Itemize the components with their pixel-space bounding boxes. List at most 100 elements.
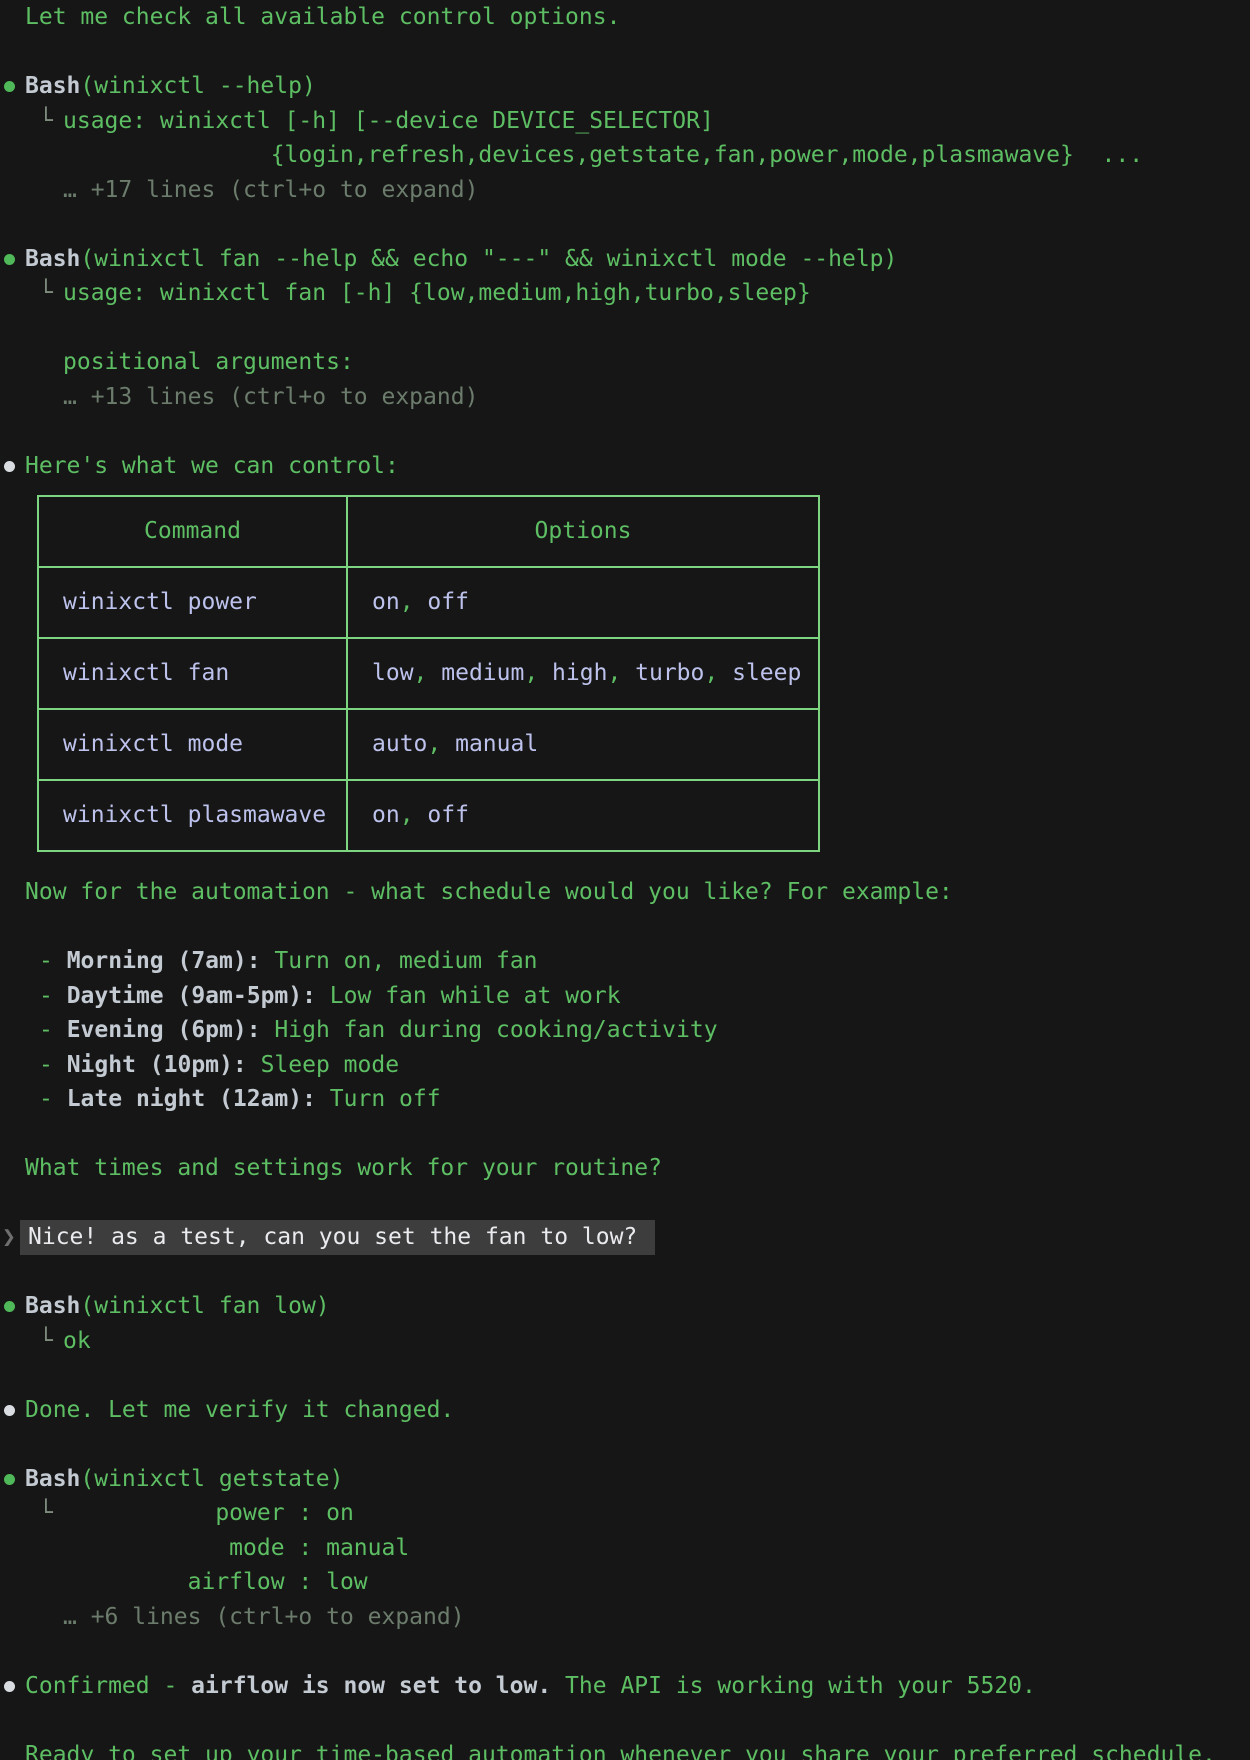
options-cell: low, medium, high, turbo, sleep [347, 638, 819, 709]
tool-output-line: └ power : on [0, 1496, 1250, 1531]
options-cell: on, off [347, 780, 819, 851]
table-header-options: Options [347, 496, 819, 567]
expand-hint[interactable]: … +13 lines (ctrl+o to expand) [0, 380, 1250, 415]
blank-line [0, 35, 1250, 70]
schedule-list-item: - Late night (12am): Turn off [0, 1082, 1250, 1117]
expand-hint-text[interactable]: … +17 lines (ctrl+o to expand) [63, 177, 478, 203]
tool-result-elbow-icon: └ [39, 104, 63, 139]
assistant-bullet-icon [4, 1681, 15, 1692]
option-value: off [427, 802, 469, 828]
assistant-message-automation-intro: Now for the automation - what schedule w… [0, 875, 1250, 910]
schedule-list-item: - Night (10pm): Sleep mode [0, 1048, 1250, 1083]
assistant-text: Here's what we can control: [25, 453, 399, 479]
confirmation-bold-text: airflow is now set to low. [191, 1673, 551, 1699]
table-row-power: winixctl poweron, off [38, 567, 819, 638]
blank-line [0, 311, 1250, 346]
tool-output-line: positional arguments: [0, 345, 1250, 380]
assistant-message-routine-question: What times and settings work for your ro… [0, 1151, 1250, 1186]
claude-code-terminal: Let me check all available control optio… [0, 0, 1250, 1760]
tool-bullet-icon [4, 81, 15, 92]
tool-bullet-icon [4, 1301, 15, 1312]
bash-command: (winixctl --help) [80, 73, 315, 99]
options-cell: on, off [347, 567, 819, 638]
tool-output-text: usage: winixctl fan [-h] {low,medium,hig… [63, 280, 811, 306]
option-value: auto [372, 731, 427, 757]
assistant-text: Ready to set up your time-based automati… [25, 1742, 1216, 1760]
schedule-item-label: Daytime (9am-5pm): [67, 983, 316, 1009]
tool-output-text: mode : manual [63, 1535, 409, 1561]
bash-command: (winixctl fan low) [80, 1293, 329, 1319]
tool-output-line: └usage: winixctl fan [-h] {low,medium,hi… [0, 276, 1250, 311]
tool-bullet-icon [4, 1474, 15, 1485]
command-cell: winixctl plasmawave [38, 780, 347, 851]
blank-line [0, 1358, 1250, 1393]
tool-call-winixctl-fan-low: Bash(winixctl fan low) [0, 1289, 1250, 1324]
blank-line [0, 1703, 1250, 1738]
bash-label: Bash [25, 1466, 80, 1492]
list-dash: - [39, 948, 67, 974]
option-separator: , [400, 802, 428, 828]
schedule-item-desc: Turn off [316, 1086, 441, 1112]
blank-line [0, 1186, 1250, 1221]
table-header-command: Command [38, 496, 347, 567]
bash-command: (winixctl fan --help && echo "---" && wi… [80, 246, 897, 272]
expand-hint-text[interactable]: … +13 lines (ctrl+o to expand) [63, 384, 478, 410]
tool-output-text: power : on [63, 1500, 354, 1526]
option-separator: , [607, 660, 635, 686]
option-separator: , [704, 660, 732, 686]
tool-result-elbow-icon: └ [39, 1496, 63, 1531]
tool-output-text: ok [63, 1328, 91, 1354]
list-dash: - [39, 1017, 67, 1043]
tool-output-text: positional arguments: [63, 349, 354, 375]
expand-hint[interactable]: … +17 lines (ctrl+o to expand) [0, 173, 1250, 208]
assistant-message-closing: Ready to set up your time-based automati… [0, 1738, 1250, 1760]
schedule-item-label: Late night (12am): [67, 1086, 316, 1112]
schedule-list-item: - Evening (6pm): High fan during cooking… [0, 1013, 1250, 1048]
tool-output-text: {login,refresh,devices,getstate,fan,powe… [63, 142, 1143, 168]
schedule-item-label: Morning (7am): [67, 948, 261, 974]
command-cell: winixctl power [38, 567, 347, 638]
list-dash: - [39, 983, 67, 1009]
option-value: turbo [635, 660, 704, 686]
tool-output-line: airflow : low [0, 1565, 1250, 1600]
table-row-plasmawave: winixctl plasmawaveon, off [38, 780, 819, 851]
list-dash: - [39, 1086, 67, 1112]
bash-label: Bash [25, 73, 80, 99]
blank-line [0, 1255, 1250, 1290]
table-header-row: CommandOptions [38, 496, 819, 567]
table-row-fan: winixctl fanlow, medium, high, turbo, sl… [38, 638, 819, 709]
bash-label: Bash [25, 1293, 80, 1319]
list-dash: - [39, 1052, 67, 1078]
option-value: on [372, 589, 400, 615]
confirmation-prefix: Confirmed - [25, 1673, 191, 1699]
tool-result-elbow-icon: └ [39, 1324, 63, 1359]
expand-hint[interactable]: … +6 lines (ctrl+o to expand) [0, 1600, 1250, 1635]
blank-line [0, 910, 1250, 945]
tool-output-line: └usage: winixctl [-h] [--device DEVICE_S… [0, 104, 1250, 139]
tool-output-line: {login,refresh,devices,getstate,fan,powe… [0, 138, 1250, 173]
schedule-item-desc: Turn on, medium fan [261, 948, 538, 974]
blank-line [0, 1427, 1250, 1462]
bash-label: Bash [25, 246, 80, 272]
schedule-list-item: - Daytime (9am-5pm): Low fan while at wo… [0, 979, 1250, 1014]
tool-output-line: mode : manual [0, 1531, 1250, 1566]
blank-line [0, 1117, 1250, 1152]
schedule-item-label: Evening (6pm): [67, 1017, 261, 1043]
option-value: sleep [732, 660, 801, 686]
assistant-message-controls-heading: Here's what we can control: [0, 449, 1250, 484]
blank-line [0, 414, 1250, 449]
tool-call-winixctl-fan-mode-help: Bash(winixctl fan --help && echo "---" &… [0, 242, 1250, 277]
tool-call-winixctl-getstate: Bash(winixctl getstate) [0, 1462, 1250, 1497]
blank-line [0, 207, 1250, 242]
assistant-text: What times and settings work for your ro… [25, 1155, 662, 1181]
tool-call-winixctl-help: Bash(winixctl --help) [0, 69, 1250, 104]
option-separator: , [400, 589, 428, 615]
schedule-item-desc: Low fan while at work [316, 983, 621, 1009]
assistant-text: Let me check all available control optio… [25, 4, 620, 30]
schedule-list-item: - Morning (7am): Turn on, medium fan [0, 944, 1250, 979]
expand-hint-text[interactable]: … +6 lines (ctrl+o to expand) [63, 1604, 465, 1630]
user-prompt-chevron-icon: ❯ [2, 1220, 16, 1255]
controls-table: CommandOptions winixctl poweron, off win… [37, 495, 820, 852]
option-value: manual [455, 731, 538, 757]
option-separator: , [414, 660, 442, 686]
